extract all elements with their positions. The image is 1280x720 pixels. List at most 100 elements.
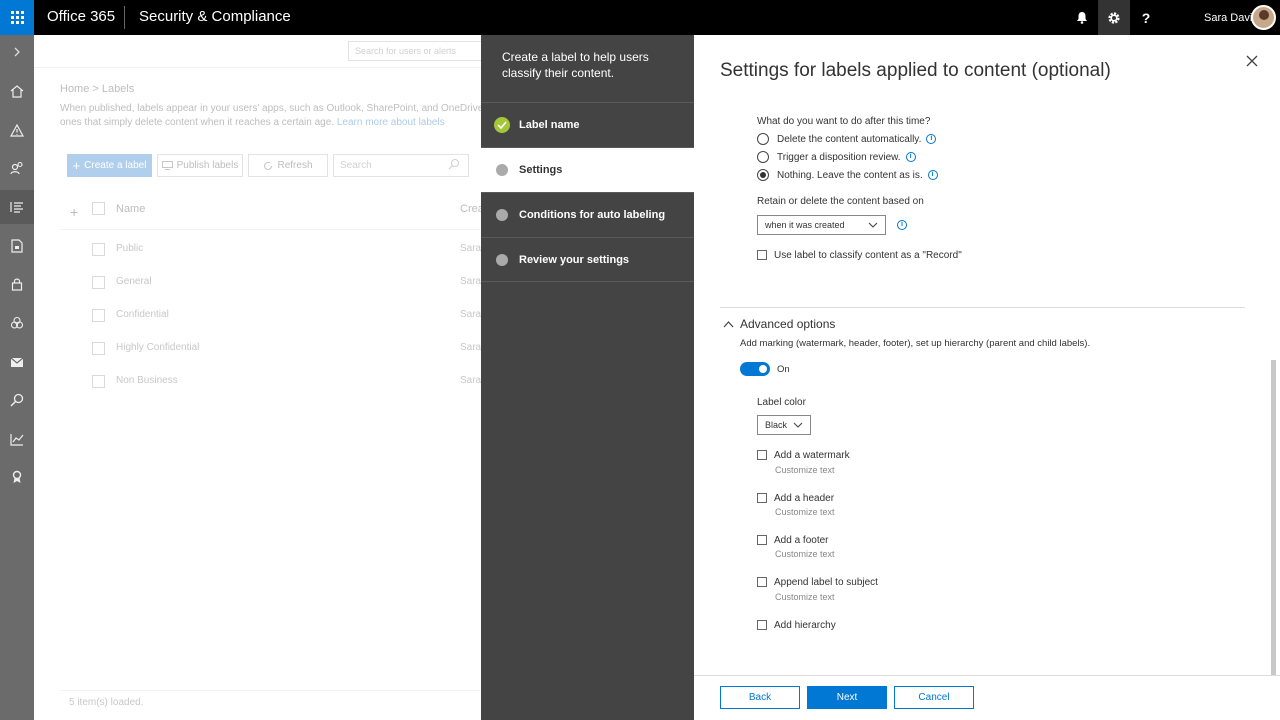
next-button[interactable]: Next	[807, 686, 887, 709]
checkbox-label: Add hierarchy	[774, 619, 836, 631]
nav-search[interactable]	[0, 383, 34, 417]
nav-reports[interactable]	[0, 422, 34, 456]
scrollbar-thumb[interactable]	[1271, 360, 1276, 675]
waffle-icon	[10, 11, 24, 24]
watermark-checkbox[interactable]	[757, 450, 767, 460]
chevron-down-icon	[793, 422, 803, 428]
checkbox-label: Use label to classify content as a "Reco…	[774, 249, 962, 261]
step-dot-icon	[496, 253, 508, 266]
radio-button[interactable]	[757, 133, 769, 145]
header-checkbox[interactable]	[757, 493, 767, 503]
step-label: Review your settings	[519, 253, 630, 266]
app-title[interactable]: Security & Compliance	[139, 8, 291, 25]
radio-button[interactable]	[757, 151, 769, 163]
hierarchy-checkbox-row[interactable]: Add hierarchy	[757, 619, 836, 631]
chevron-right-icon	[14, 47, 20, 57]
customize-text-link[interactable]: Customize text	[775, 465, 835, 475]
retain-based-label: Retain or delete the content based on	[757, 196, 924, 207]
nav-classifications[interactable]	[0, 190, 34, 224]
retain-based-dropdown[interactable]: when it was created	[757, 215, 886, 235]
step-label: Settings	[519, 164, 563, 176]
info-icon[interactable]: i	[927, 170, 938, 180]
radio-label: Delete the content automatically.	[777, 133, 922, 145]
avatar[interactable]	[1251, 5, 1276, 30]
expand-nav-button[interactable]	[0, 35, 34, 69]
append-subject-checkbox[interactable]	[757, 577, 767, 587]
wizard-step-review[interactable]: Review your settings	[481, 237, 694, 282]
divider	[720, 307, 1245, 308]
user-name[interactable]: Sara Davis	[1204, 12, 1258, 24]
footer-checkbox-row[interactable]: Add a footer	[757, 534, 828, 546]
radio-button-selected[interactable]	[757, 169, 769, 181]
nav-mail-flow[interactable]	[0, 345, 34, 379]
radio-nothing[interactable]: Nothing. Leave the content as is. i	[757, 168, 938, 182]
wizard-step-conditions[interactable]: Conditions for auto labeling	[481, 192, 694, 237]
left-nav-rail	[0, 35, 34, 720]
checkbox-label: Append label to subject	[774, 576, 878, 588]
radio-disposition-review[interactable]: Trigger a disposition review. i	[757, 150, 916, 164]
top-bar: Office 365 Security & Compliance ? Sara …	[0, 0, 1280, 35]
settings-content-panel: Settings for labels applied to content (…	[694, 35, 1280, 720]
step-dot-icon	[496, 209, 508, 221]
radio-delete-automatically[interactable]: Delete the content automatically. i	[757, 132, 937, 146]
ribbon-icon	[12, 470, 22, 483]
question-icon: ?	[1141, 9, 1151, 26]
customize-text-link[interactable]: Customize text	[775, 507, 835, 517]
header-checkbox-row[interactable]: Add a header	[757, 492, 834, 504]
divider	[694, 675, 1280, 676]
advanced-options-switch[interactable]	[740, 362, 770, 376]
customize-text-link[interactable]: Customize text	[775, 592, 835, 602]
label-color-label: Label color	[757, 397, 806, 408]
label-color-dropdown[interactable]: Black	[757, 415, 811, 435]
modal-overlay	[34, 35, 481, 720]
back-button[interactable]: Back	[720, 686, 800, 709]
footer-checkbox[interactable]	[757, 535, 767, 545]
nav-service-assurance[interactable]	[0, 460, 34, 494]
home-icon	[10, 84, 24, 98]
append-subject-checkbox-row[interactable]: Append label to subject	[757, 576, 878, 588]
notifications-button[interactable]	[1066, 0, 1098, 35]
hierarchy-checkbox[interactable]	[757, 620, 767, 630]
record-checkbox[interactable]	[757, 250, 767, 260]
dropdown-value: Black	[765, 420, 788, 430]
info-icon[interactable]: i	[926, 134, 937, 144]
watermark-checkbox-row[interactable]: Add a watermark	[757, 449, 850, 461]
nav-data-governance[interactable]	[0, 267, 34, 301]
nav-threat-management[interactable]	[0, 306, 34, 340]
wizard-steps-panel: Create a label to help users classify th…	[481, 35, 694, 720]
chart-icon	[10, 433, 24, 446]
wizard-intro: Create a label to help users classify th…	[502, 50, 649, 80]
cancel-button[interactable]: Cancel	[894, 686, 974, 709]
step-label: Conditions for auto labeling	[519, 209, 666, 221]
chevron-up-icon	[723, 321, 734, 328]
customize-text-link[interactable]: Customize text	[775, 549, 835, 559]
app-launcher-button[interactable]	[0, 0, 34, 35]
document-lock-icon	[11, 239, 23, 253]
wizard-step-settings[interactable]: Settings	[481, 147, 694, 192]
nav-permissions[interactable]	[0, 151, 34, 185]
record-checkbox-row[interactable]: Use label to classify content as a "Reco…	[757, 249, 962, 261]
checkbox-label: Add a watermark	[774, 449, 850, 461]
section-title: Advanced options	[740, 317, 836, 331]
list-icon	[10, 202, 23, 213]
biohazard-icon	[10, 316, 24, 329]
settings-button[interactable]	[1098, 0, 1130, 35]
bell-icon	[1077, 12, 1087, 24]
advanced-options-description: Add marking (watermark, header, footer),…	[740, 338, 1091, 349]
help-button[interactable]: ?	[1130, 0, 1162, 35]
info-icon[interactable]: i	[897, 220, 907, 230]
wizard-step-label-name[interactable]: Label name	[481, 102, 694, 147]
close-icon[interactable]	[1244, 53, 1260, 69]
nav-home[interactable]	[0, 74, 34, 108]
checkbox-label: Add a header	[774, 492, 835, 504]
brand-name[interactable]: Office 365	[47, 8, 115, 25]
dropdown-value: when it was created	[765, 220, 845, 230]
nav-alerts[interactable]	[0, 113, 34, 147]
page-title: Settings for labels applied to content (…	[720, 60, 1111, 81]
info-icon[interactable]: i	[905, 152, 916, 162]
nav-data-loss-prevention[interactable]	[0, 229, 34, 263]
divider	[124, 6, 125, 29]
chevron-down-icon	[868, 222, 878, 228]
advanced-options-toggle[interactable]: Advanced options	[723, 317, 835, 331]
radio-label: Nothing. Leave the content as is.	[777, 169, 923, 181]
